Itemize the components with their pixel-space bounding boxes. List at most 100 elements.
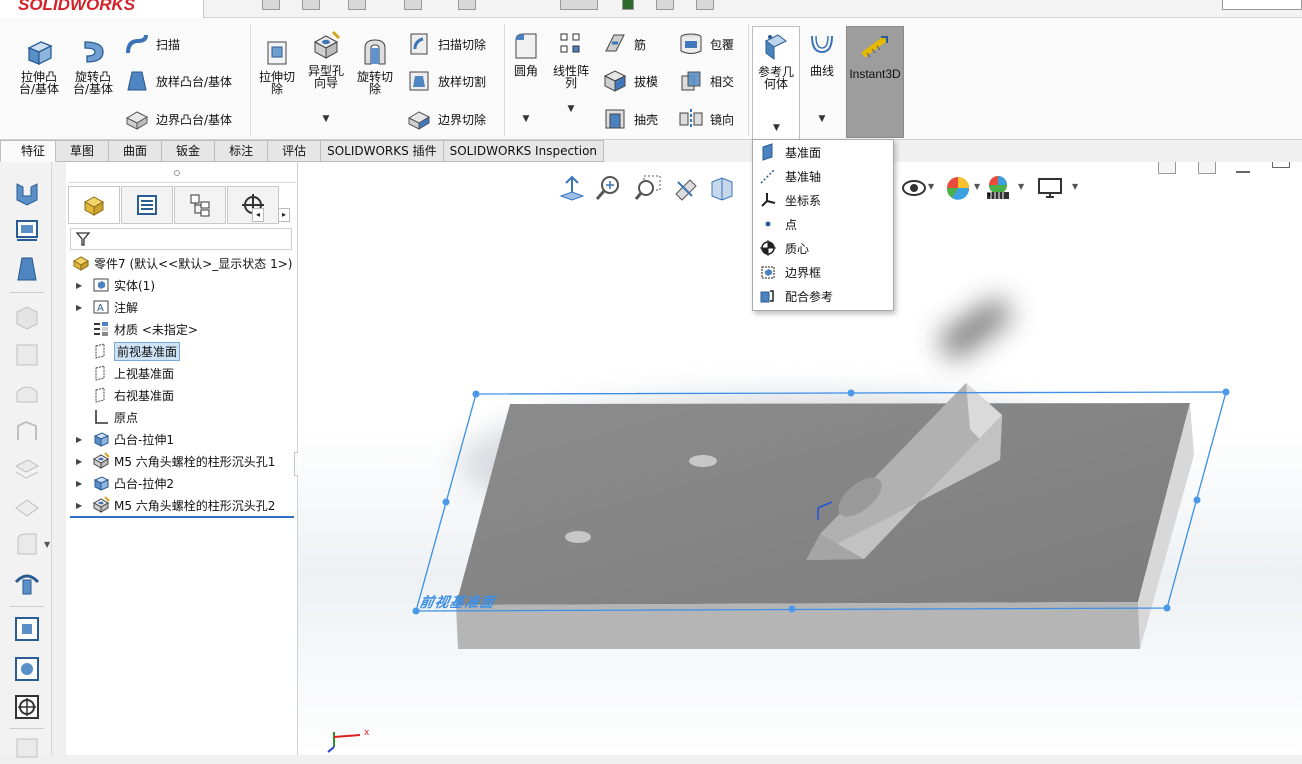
expand-arrow-icon[interactable]: ▶ (76, 303, 86, 312)
swept-cut-button[interactable]: 扫描切除 (406, 30, 486, 58)
maximize-icon[interactable] (1272, 162, 1290, 168)
hide-show-dropdown-icon[interactable]: ▼ (928, 182, 934, 191)
extrude-boss-button[interactable]: 拉伸凸 台/基体 (16, 36, 62, 95)
expand-arrow-icon[interactable]: ▶ (76, 501, 86, 510)
tab-surfaces[interactable]: 曲面 (109, 140, 163, 162)
tree-item-cbore-hole1[interactable]: ▶ M5 六角头螺栓的柱形沉头孔1 (76, 451, 275, 471)
tree-item-cbore-hole2[interactable]: ▶ M5 六角头螺栓的柱形沉头孔2 (76, 495, 275, 515)
file-properties-icon[interactable] (656, 0, 674, 10)
plane-handle[interactable] (1193, 496, 1201, 504)
open-icon[interactable] (302, 0, 320, 10)
zoom-to-fit-icon[interactable] (558, 174, 586, 202)
menu-item-center-of-mass[interactable]: 质心 (759, 237, 809, 259)
instant3d-shortcut-icon[interactable] (12, 568, 42, 598)
print-icon[interactable] (404, 0, 422, 10)
reference-geometry-button[interactable]: 参考几 何体 ▼ (752, 26, 800, 142)
tree-item-front-plane[interactable]: 前视基准面 (92, 341, 181, 361)
tab-solidworks-inspection[interactable]: SOLIDWORKS Inspection (443, 140, 605, 162)
loft-shortcut-icon[interactable] (12, 254, 42, 284)
shell-button[interactable]: 抽壳 (602, 105, 658, 133)
tree-item-top-plane[interactable]: 上视基准面 (92, 363, 174, 383)
select-arrow-icon[interactable] (560, 0, 598, 10)
rollback-bar[interactable] (70, 516, 294, 518)
tree-root-part[interactable]: 零件7 (默认<<默认>_显示状态 1>) (72, 253, 292, 273)
menu-item-point[interactable]: 点 (759, 213, 797, 235)
menu-item-bounding-box[interactable]: 边界框 (759, 261, 821, 283)
linear-pattern-button[interactable]: 线性阵 列 ▼ (548, 30, 594, 115)
intersect-button[interactable]: 相交 (678, 67, 734, 95)
appearance-dropdown-icon[interactable]: ▼ (974, 182, 980, 191)
zoom-to-area-icon[interactable] (594, 174, 622, 202)
scene-dropdown-icon[interactable]: ▼ (1018, 182, 1024, 191)
tab-evaluate[interactable]: 评估 (268, 140, 322, 162)
expand-arrow-icon[interactable]: ▶ (76, 479, 86, 488)
search-box[interactable] (1222, 0, 1302, 10)
tab-sketch[interactable]: 草图 (56, 140, 110, 162)
wrap-button[interactable]: 包覆 (678, 30, 734, 58)
expand-arrow-icon[interactable]: ▶ (76, 435, 86, 444)
menu-item-coordinate-system[interactable]: 坐标系 (759, 189, 821, 211)
tab-scroll-left-icon[interactable]: ◂ (252, 208, 264, 222)
hole-wizard-dropdown-icon[interactable]: ▼ (323, 113, 330, 125)
plane-handle[interactable] (442, 498, 450, 506)
instant3d-button[interactable]: Instant3D (846, 26, 904, 138)
plane-handle[interactable] (788, 605, 796, 613)
tree-item-right-plane[interactable]: 右视基准面 (92, 385, 174, 405)
menu-item-plane[interactable]: 基准面 (759, 141, 821, 163)
tab-sheet-metal[interactable]: 钣金 (162, 140, 216, 162)
dynamic-annotation-view-icon[interactable] (708, 174, 736, 202)
view-settings-dropdown-icon[interactable]: ▼ (1072, 182, 1078, 191)
tab-solidworks-addins[interactable]: SOLIDWORKS 插件 (321, 140, 444, 162)
plane-handle[interactable] (1163, 604, 1171, 612)
panel-grip-icon[interactable] (174, 170, 180, 176)
solidworks-logo[interactable]: SOLIDWORKS (0, 0, 204, 18)
tab-markup[interactable]: 标注 (215, 140, 269, 162)
tab-configuration-manager[interactable] (174, 186, 226, 224)
section-view-icon[interactable] (672, 174, 700, 202)
linear-pattern-dropdown-icon[interactable]: ▼ (568, 103, 575, 115)
tab-scroll-right-icon[interactable]: ▸ (278, 208, 290, 222)
draft-button[interactable]: 拔模 (602, 67, 658, 95)
revolve-boss-button[interactable]: 旋转凸 台/基体 (70, 36, 116, 95)
previous-view-icon[interactable] (634, 174, 662, 202)
extrude-cut-button[interactable]: 拉伸切 除 (254, 36, 300, 95)
more-dropdown-icon[interactable]: ▼ (44, 540, 50, 549)
tab-features[interactable]: 特征 (0, 140, 57, 162)
boundary-boss-button[interactable]: 边界凸台/基体 (124, 105, 232, 133)
plane-shortcut-icon[interactable] (12, 340, 42, 370)
hole-2[interactable] (565, 531, 591, 543)
menu-item-mate-reference[interactable]: 配合参考 (759, 285, 833, 307)
base-plate-top-face[interactable] (456, 403, 1190, 605)
box-shortcut-icon[interactable] (12, 216, 42, 246)
minimize-icon[interactable] (1236, 171, 1250, 173)
tree-item-material[interactable]: 材质 <未指定> (92, 319, 198, 339)
hole-1[interactable] (689, 455, 717, 467)
fillet-dropdown-icon[interactable]: ▼ (523, 113, 530, 125)
edit-appearance-icon[interactable] (944, 174, 972, 202)
plane-handle[interactable] (472, 390, 480, 398)
mirror-button[interactable]: 镜向 (678, 105, 734, 133)
pattern-shortcut-icon[interactable] (12, 692, 42, 722)
revolve-cut-button[interactable]: 旋转切 除 (352, 36, 398, 95)
curves-dropdown-icon[interactable]: ▼ (819, 113, 826, 125)
fillet-button[interactable]: 圆角 ▼ (508, 30, 544, 125)
rib-button[interactable]: 筋 (602, 30, 646, 58)
menu-item-axis[interactable]: 基准轴 (759, 165, 821, 187)
new-document-icon[interactable] (262, 0, 280, 10)
expand-arrow-icon[interactable]: ▶ (76, 281, 86, 290)
sweep-shortcut-icon[interactable] (12, 416, 42, 446)
curves-button[interactable]: 曲线 ▼ (804, 30, 840, 125)
extra-shortcut-icon[interactable] (12, 734, 42, 764)
apply-scene-icon[interactable] (984, 174, 1012, 202)
revolve-cut-shortcut-icon[interactable] (12, 654, 42, 684)
hole-wizard-button[interactable]: 异型孔 向导 ▼ (302, 30, 350, 125)
tree-item-boss-extrude1[interactable]: ▶ 凸台-拉伸1 (76, 429, 174, 449)
wrap-shortcut-icon[interactable] (12, 492, 42, 522)
extrude-shortcut-icon[interactable] (12, 178, 42, 208)
shell-shortcut-icon[interactable] (12, 302, 42, 332)
loft-boss-button[interactable]: 放样凸台/基体 (124, 67, 232, 95)
plane-handle[interactable] (1222, 388, 1230, 396)
reference-geometry-dropdown-icon[interactable]: ▼ (773, 123, 780, 133)
tab-property-manager[interactable] (121, 186, 173, 224)
view-settings-icon[interactable] (1036, 174, 1064, 202)
